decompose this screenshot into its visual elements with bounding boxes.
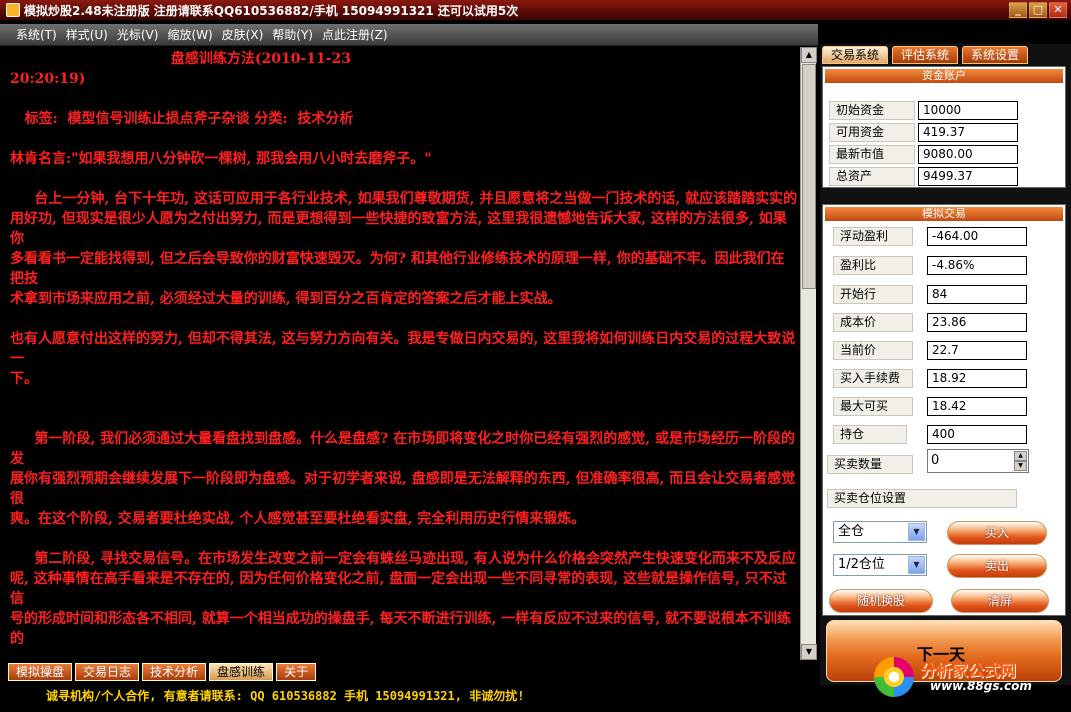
buy-fee-field[interactable]: 18.92 [927, 369, 1027, 388]
account-group: 资金账户 初始资金 10000 可用资金 419.37 最新市值 9080.00… [822, 66, 1066, 188]
cost-price-field[interactable]: 23.86 [927, 313, 1027, 332]
profit-ratio-field[interactable]: -4.86% [927, 256, 1027, 275]
scroll-up-icon[interactable]: ▲ [801, 47, 817, 63]
menu-bar: 系统(T) 样式(U) 光标(V) 缩放(W) 皮肤(X) 帮助(Y) 点此注册… [0, 24, 818, 46]
combo-value: 全仓 [838, 524, 865, 539]
scroll-down-icon[interactable]: ▼ [801, 644, 817, 660]
right-panel: 交易系统 评估系统 系统设置 资金账户 初始资金 10000 可用资金 419.… [820, 44, 1071, 685]
vertical-scrollbar[interactable]: ▲ ▼ [800, 47, 817, 660]
initial-capital-field[interactable]: 10000 [918, 101, 1018, 120]
buy-button[interactable]: 买入 [947, 521, 1047, 545]
stepper-down-icon[interactable]: ▼ [1014, 461, 1027, 471]
clear-screen-button[interactable]: 清屏 [951, 589, 1049, 613]
trade-header: 模拟交易 [825, 207, 1063, 221]
menu-system[interactable]: 系统(T) [16, 26, 57, 43]
flower-logo-icon [874, 657, 914, 697]
minimize-button[interactable]: _ [1009, 2, 1027, 18]
account-label: 初始资金 [829, 101, 915, 120]
tab-market-feel-training[interactable]: 盘感训练 [209, 663, 274, 681]
account-label: 总资产 [829, 167, 915, 186]
tab-evaluation-system[interactable]: 评估系统 [892, 46, 959, 64]
quantity-value: 0 [931, 453, 940, 468]
trade-label: 浮动盈利 [833, 227, 913, 246]
article-pane[interactable]: 盘感训练方法(2010-11-23 20:20:19) 标签: 模型信号训练止损… [8, 47, 800, 660]
qty-label: 买卖数量 [827, 455, 913, 474]
tab-trade-log[interactable]: 交易日志 [75, 663, 140, 681]
title-bar: 模拟炒股2.48未注册版 注册请联系QQ610536882/手机 1509499… [0, 0, 1071, 20]
sell-button[interactable]: 卖出 [947, 554, 1047, 578]
trade-label: 盈利比 [833, 256, 913, 275]
watermark-brand: 分析家公式网 [920, 661, 1017, 680]
maximize-button[interactable]: □ [1029, 2, 1047, 18]
trade-label: 买入手续费 [833, 369, 913, 388]
stepper-up-icon[interactable]: ▲ [1014, 451, 1027, 461]
floating-profit-field[interactable]: -464.00 [927, 227, 1027, 246]
total-assets-field[interactable]: 9499.37 [918, 167, 1018, 186]
position-setting-label: 买卖仓位设置 [827, 489, 1017, 508]
chevron-down-icon[interactable]: ▼ [908, 523, 925, 541]
chevron-down-icon[interactable]: ▼ [908, 556, 925, 574]
menu-help[interactable]: 帮助(Y) [272, 26, 313, 43]
bottom-tabs: 模拟操盘 交易日志 技术分析 盘感训练 关于 [8, 663, 317, 683]
tab-simulated-trading[interactable]: 模拟操盘 [8, 663, 73, 681]
menu-register[interactable]: 点此注册(Z) [322, 26, 388, 43]
tab-technical-analysis[interactable]: 技术分析 [142, 663, 207, 681]
menu-style[interactable]: 样式(U) [66, 26, 108, 43]
trade-label: 最大可买 [833, 397, 913, 416]
position-field[interactable]: 400 [927, 425, 1027, 444]
scroll-thumb[interactable] [802, 64, 816, 289]
status-message: 诚寻机构/个人合作, 有意者请联系: QQ 610536882 手机 15094… [46, 689, 525, 703]
tab-about[interactable]: 关于 [276, 663, 317, 681]
trade-label: 开始行 [833, 285, 913, 304]
trade-label: 当前价 [833, 341, 913, 360]
start-row-field[interactable]: 84 [927, 285, 1027, 304]
account-label: 最新市值 [829, 145, 915, 164]
position-combo-full[interactable]: 全仓 ▼ [833, 521, 927, 543]
available-capital-field[interactable]: 419.37 [918, 123, 1018, 142]
tab-system-settings[interactable]: 系统设置 [962, 46, 1029, 64]
account-label: 可用资金 [829, 123, 915, 142]
quantity-stepper[interactable]: 0 ▲ ▼ [927, 449, 1029, 473]
window-title: 模拟炒股2.48未注册版 注册请联系QQ610536882/手机 1509499… [24, 3, 519, 18]
menu-cursor[interactable]: 光标(V) [117, 26, 159, 43]
market-value-field[interactable]: 9080.00 [918, 145, 1018, 164]
max-buy-field[interactable]: 18.42 [927, 397, 1027, 416]
menu-skin[interactable]: 皮肤(X) [222, 26, 264, 43]
tab-trading-system[interactable]: 交易系统 [822, 46, 889, 64]
random-stock-button[interactable]: 随机换股 [829, 589, 933, 613]
article-text: 盘感训练方法(2010-11-23 20:20:19) 标签: 模型信号训练止损… [10, 51, 798, 647]
trade-label: 成本价 [833, 313, 913, 332]
app-icon [6, 3, 20, 17]
menu-zoom[interactable]: 缩放(W) [167, 26, 212, 43]
watermark-url: www.88gs.com [930, 679, 1032, 693]
combo-value: 1/2仓位 [838, 557, 885, 572]
account-header: 资金账户 [825, 69, 1063, 83]
current-price-field[interactable]: 22.7 [927, 341, 1027, 360]
trade-group: 模拟交易 浮动盈利 -464.00 盈利比 -4.86% 开始行 84 成本价 … [822, 204, 1066, 616]
close-button[interactable]: ✕ [1049, 2, 1067, 18]
site-watermark: 分析家公式网 www.88gs.com [870, 655, 1066, 699]
trade-label: 持仓 [833, 425, 907, 444]
position-combo-half[interactable]: 1/2仓位 ▼ [833, 554, 927, 576]
